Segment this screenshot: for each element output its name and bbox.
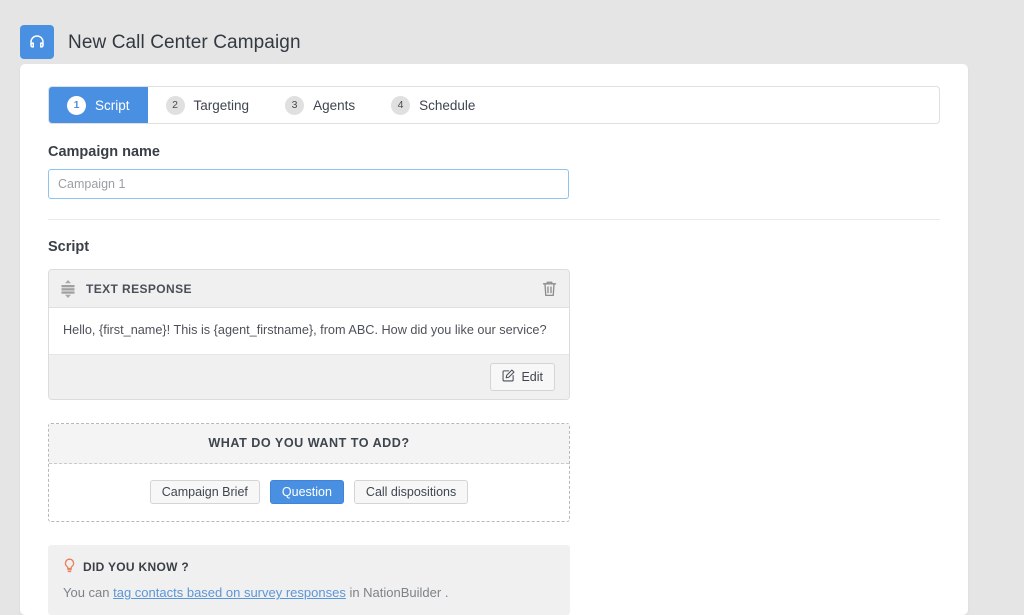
page-title: New Call Center Campaign	[68, 31, 301, 53]
tab-agents[interactable]: 3 Agents	[267, 87, 373, 123]
edit-button[interactable]: Edit	[490, 363, 555, 391]
tab-schedule-label: Schedule	[419, 97, 476, 113]
campaign-name-section: Campaign name	[48, 124, 940, 199]
page-header: New Call Center Campaign	[0, 0, 1024, 64]
did-you-know-header: DID YOU KNOW ?	[63, 558, 555, 576]
edit-button-label: Edit	[521, 369, 543, 384]
tab-script-label: Script	[95, 97, 130, 113]
script-block-type-label: TEXT RESPONSE	[86, 281, 192, 296]
add-element-panel-buttons: Campaign Brief Question Call disposition…	[49, 464, 569, 522]
add-question-button[interactable]: Question	[269, 479, 344, 505]
headset-icon	[20, 25, 54, 59]
did-you-know-panel: DID YOU KNOW ? You can tag contacts base…	[48, 545, 570, 615]
tab-targeting-label: Targeting	[193, 97, 250, 113]
tab-targeting[interactable]: 2 Targeting	[148, 87, 268, 123]
did-you-know-link[interactable]: tag contacts based on survey responses	[113, 585, 346, 600]
script-block-text: Hello, {first_name}! This is {agent_firs…	[49, 308, 569, 355]
drag-handle-icon[interactable]	[61, 279, 75, 299]
script-block-footer: Edit	[49, 354, 569, 399]
did-you-know-body: You can tag contacts based on survey res…	[63, 585, 555, 600]
tab-schedule[interactable]: 4 Schedule	[373, 87, 493, 123]
tab-agents-label: Agents	[313, 97, 356, 113]
script-block-header: TEXT RESPONSE	[49, 270, 569, 308]
tab-script-number: 1	[67, 95, 86, 115]
tab-script[interactable]: 1 Script	[49, 87, 148, 123]
main-content-card: 1 Script 2 Targeting 3 Agents 4 Schedule…	[20, 64, 968, 615]
section-divider	[48, 219, 940, 220]
lightbulb-icon	[63, 558, 76, 576]
script-block-text-response: TEXT RESPONSE Hello, {first_name}! This …	[48, 269, 570, 400]
did-you-know-text-after: in NationBuilder .	[345, 585, 449, 601]
add-call-dispositions-button[interactable]: Call dispositions	[353, 479, 469, 505]
script-section-title: Script	[48, 239, 90, 255]
tab-targeting-number: 2	[165, 95, 185, 115]
wizard-tabbar: 1 Script 2 Targeting 3 Agents 4 Schedule	[48, 86, 940, 124]
add-element-panel: WHAT DO YOU WANT TO ADD? Campaign Brief …	[48, 422, 570, 523]
did-you-know-title: DID YOU KNOW ?	[83, 560, 189, 575]
tab-agents-number: 3	[285, 95, 305, 115]
pencil-square-icon	[502, 369, 515, 385]
trash-icon[interactable]	[542, 280, 557, 297]
tab-schedule-number: 4	[391, 95, 411, 115]
did-you-know-text-before: You can	[63, 585, 114, 601]
add-campaign-brief-button[interactable]: Campaign Brief	[149, 479, 260, 505]
campaign-name-label: Campaign name	[48, 144, 160, 160]
campaign-name-input[interactable]	[48, 169, 569, 199]
add-element-panel-title: WHAT DO YOU WANT TO ADD?	[49, 423, 569, 464]
